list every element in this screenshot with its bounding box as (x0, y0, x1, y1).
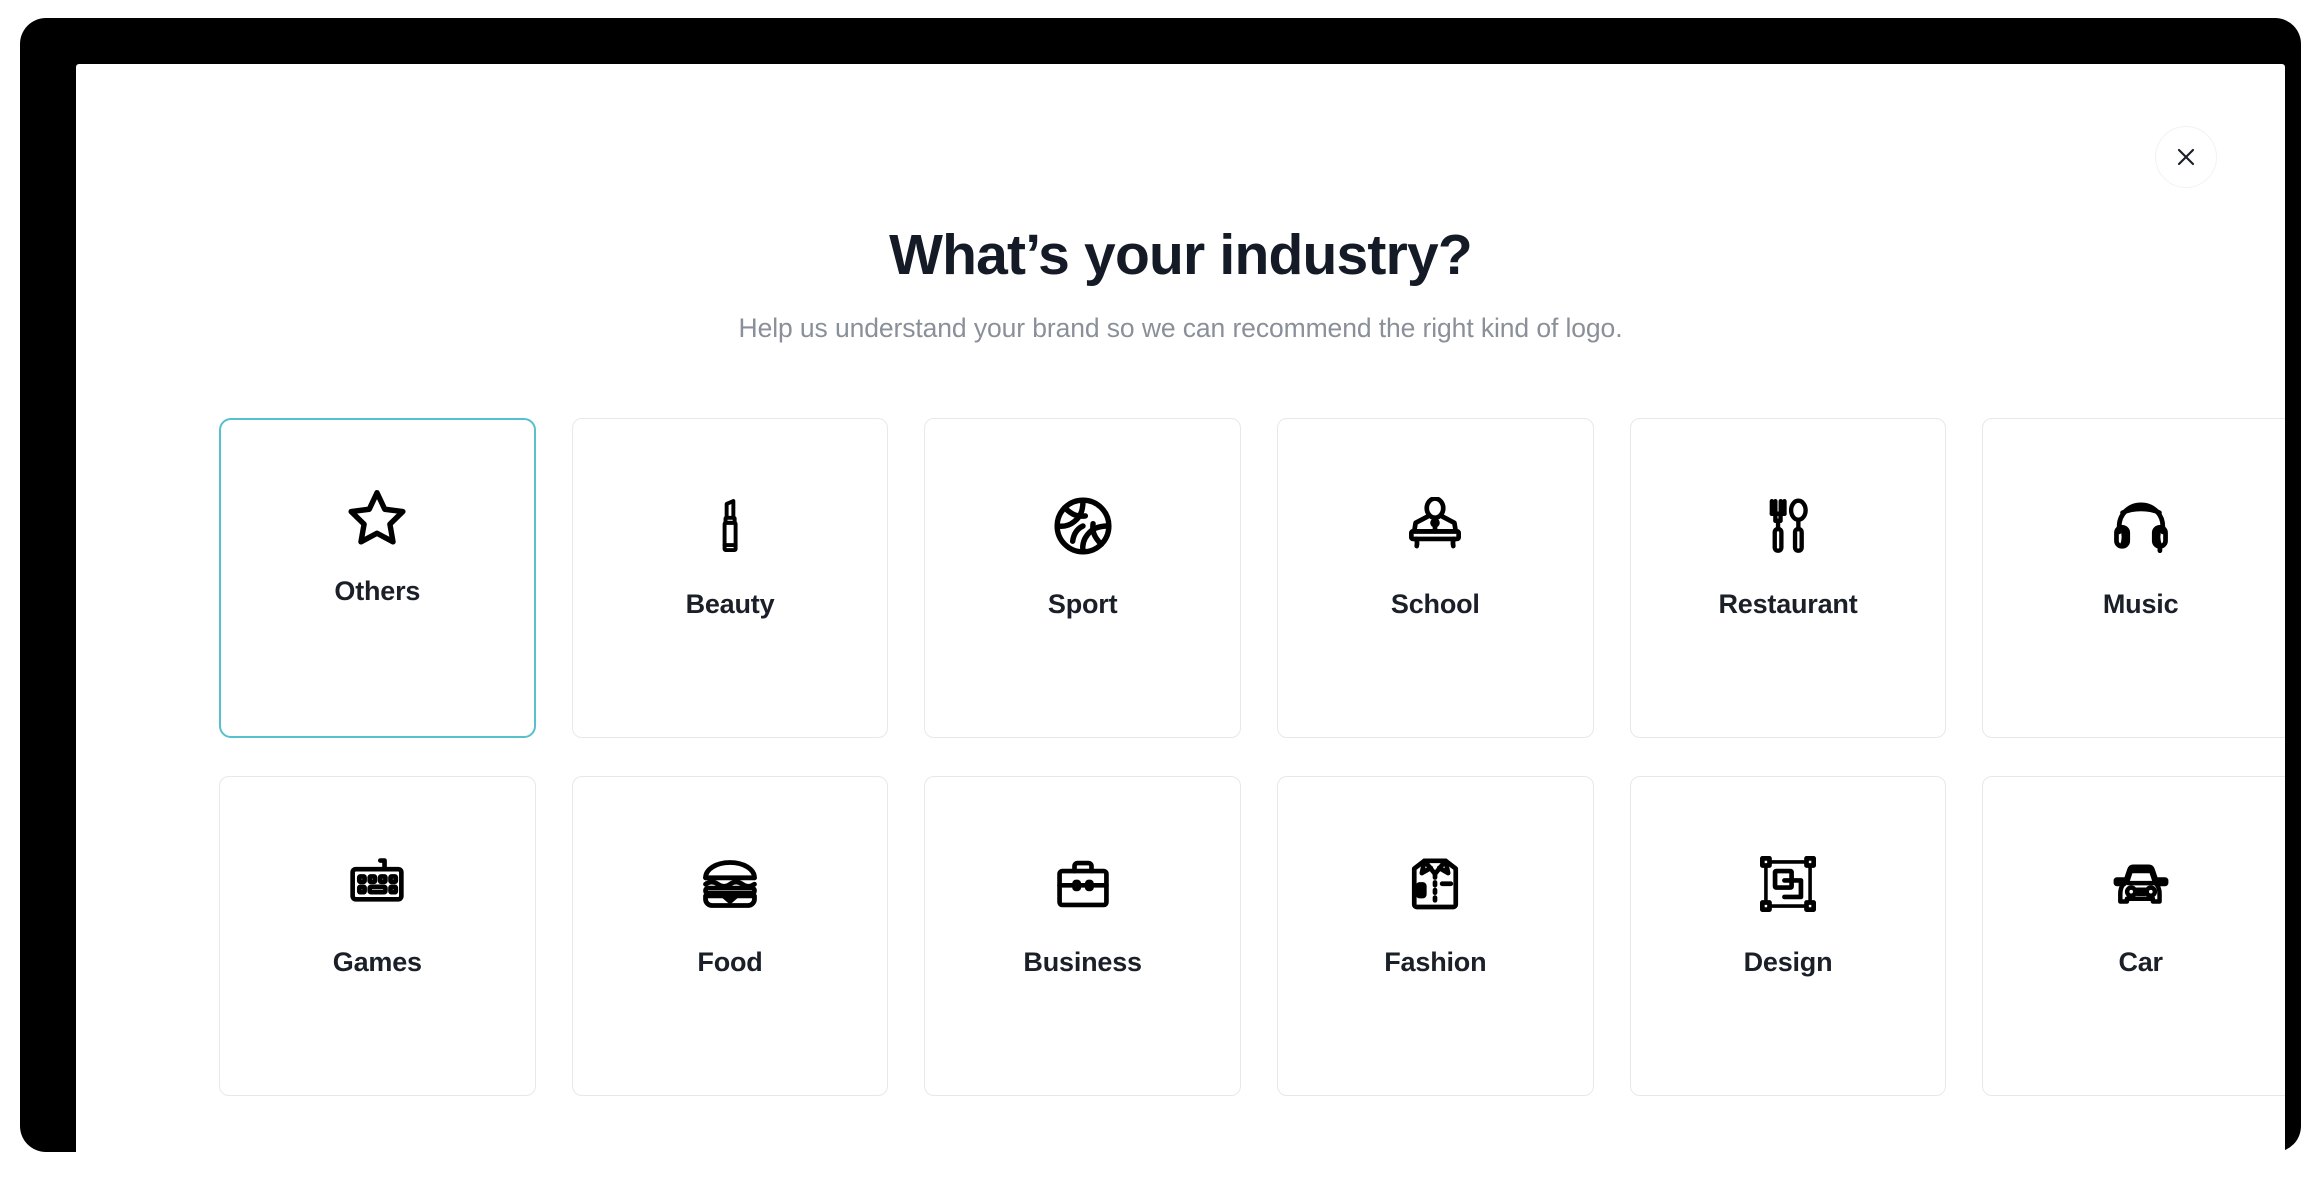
industry-card-business[interactable]: Business (924, 776, 1241, 1096)
industry-card-label: Design (1743, 947, 1833, 977)
industry-card-car[interactable]: Car (1982, 776, 2285, 1096)
industry-card-beauty[interactable]: Beauty (571, 418, 889, 738)
cutlery-icon (1763, 491, 1813, 561)
industry-card-school[interactable]: School (1276, 418, 1594, 738)
car-icon (2109, 849, 2173, 919)
industry-grid: Others Beauty Sport School Restaurant Mu… (219, 418, 2285, 1096)
industry-card-others[interactable]: Others (219, 418, 536, 738)
briefcase-icon (1054, 849, 1112, 919)
industry-card-games[interactable]: Games (219, 776, 536, 1096)
industry-card-label: Beauty (685, 589, 775, 619)
industry-card-label: Music (2102, 589, 2179, 619)
shirt-icon (1406, 849, 1464, 919)
industry-card-label: Games (332, 947, 422, 977)
page-title: What’s your industry? (889, 223, 1473, 287)
industry-card-food[interactable]: Food (571, 776, 889, 1096)
industry-card-label: Restaurant (1718, 589, 1858, 619)
headphones-icon (2111, 491, 2171, 561)
industry-card-label: Others (334, 576, 421, 606)
device-bezel: What’s your industry? Help us understand… (20, 18, 2301, 1173)
industry-card-label: School (1390, 589, 1480, 619)
industry-card-label: Fashion (1384, 947, 1487, 977)
industry-card-design[interactable]: Design (1629, 776, 1947, 1096)
shapes-icon (1759, 849, 1817, 919)
industry-card-fashion[interactable]: Fashion (1276, 776, 1594, 1096)
page-subtitle: Help us understand your brand so we can … (738, 312, 1623, 343)
star-icon (346, 482, 408, 552)
industry-card-music[interactable]: Music (1982, 418, 2285, 738)
industry-card-sport[interactable]: Sport (924, 418, 1241, 738)
industry-card-label: Car (2118, 947, 2163, 977)
industry-card-label: Food (697, 947, 763, 977)
heading-block: What’s your industry? Help us understand… (76, 64, 2285, 344)
industry-selection-modal: What’s your industry? Help us understand… (76, 64, 2285, 1173)
lectern-icon (1405, 491, 1465, 561)
burger-icon (698, 849, 762, 919)
lipstick-icon (706, 491, 754, 561)
industry-card-restaurant[interactable]: Restaurant (1629, 418, 1947, 738)
keyboard-icon (346, 849, 408, 919)
industry-card-label: Business (1023, 947, 1142, 977)
basketball-icon (1052, 491, 1114, 561)
industry-card-label: Sport (1047, 589, 1118, 619)
